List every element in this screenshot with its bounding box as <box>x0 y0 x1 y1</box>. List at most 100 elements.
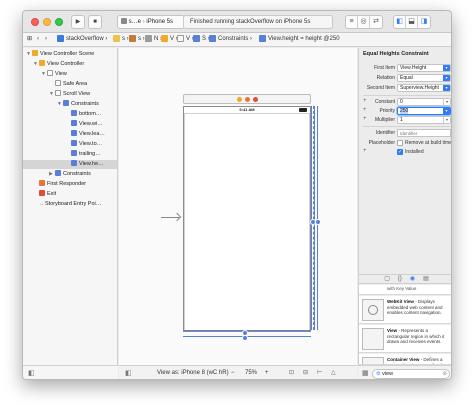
multiplier-field[interactable]: 1 ▾ <box>397 116 451 124</box>
related-items-icon[interactable]: ⊞ <box>27 33 32 46</box>
constraint-icon <box>71 130 77 136</box>
outline-row[interactable]: ▼ Constraints <box>57 100 99 109</box>
outline-row[interactable]: bottom… <box>65 110 101 119</box>
add-constraints-icon[interactable]: ⊢ <box>317 366 322 379</box>
outline-row[interactable]: →Storyboard Entry Poi… <box>33 200 101 209</box>
update-frames-icon[interactable]: ⊡ <box>289 366 294 379</box>
standard-editor-icon[interactable]: ≡ <box>346 16 358 28</box>
library-item-webkit-view[interactable]: WebKit View - Displays embedded web cont… <box>359 296 451 324</box>
identifier-field[interactable] <box>397 129 451 137</box>
media-library-icon[interactable]: ▤ <box>423 275 429 283</box>
relation-popup[interactable]: Equal ▾ <box>397 74 451 82</box>
resize-handle-icon[interactable] <box>315 219 321 225</box>
constant-value: 0 <box>400 99 403 105</box>
editor-mode-segment[interactable]: ≡ ◎ ⇄ <box>345 15 383 29</box>
second-item-popup[interactable]: Superview.Height ▾ <box>397 84 451 92</box>
entry-point-arrow[interactable] <box>161 212 182 222</box>
utilities-toggle-icon[interactable]: ◨ <box>418 16 430 28</box>
placeholder-checkbox[interactable] <box>397 140 403 146</box>
align-icon[interactable]: ⊟ <box>303 366 308 379</box>
outline-row[interactable]: First Responder <box>33 180 86 189</box>
checkmark-icon: ✓ <box>398 149 403 155</box>
view-as-button[interactable]: View as: iPhone 8 (wC hR) <box>157 366 229 379</box>
outline-row[interactable]: trailing… <box>65 150 101 159</box>
outline-row[interactable]: View.lea… <box>65 130 105 139</box>
bottom-constraint-bracket[interactable] <box>183 330 311 341</box>
first-responder-dock-icon[interactable] <box>245 97 250 102</box>
library-item-view[interactable]: View - Represents a rectangular region i… <box>359 325 451 353</box>
file-template-icon[interactable]: ▢ <box>384 275 390 283</box>
code-snippet-icon[interactable]: {} <box>398 275 402 283</box>
constant-field[interactable]: 0 ▾ <box>397 98 451 106</box>
view-controller-dock-icon[interactable] <box>237 97 242 102</box>
divider <box>363 126 451 127</box>
outline-row[interactable]: Exit <box>33 190 56 199</box>
outline-row[interactable]: ▼ View Controller Scene <box>26 50 94 59</box>
library-item[interactable]: with Key Value <box>359 285 451 295</box>
storyboard-icon <box>129 34 136 42</box>
priority-field[interactable]: 250 ▾ <box>397 107 451 115</box>
exit-icon <box>39 190 45 196</box>
version-editor-icon[interactable]: ⇄ <box>370 16 382 28</box>
scroll-view-icon <box>193 34 200 42</box>
storyboard-canvas[interactable]: 9:41 AM <box>119 48 357 365</box>
outline-row[interactable]: ▶ Constraints <box>49 170 91 179</box>
library-filter-field[interactable]: ⊜ view ⊗ <box>372 369 450 379</box>
resolve-issues-icon[interactable]: △ <box>331 366 336 379</box>
sidebar-toggle-icon[interactable]: ◧ <box>28 369 35 377</box>
breadcrumb-scene[interactable]: V › <box>161 33 178 46</box>
installed-checkbox[interactable]: ✓ <box>397 149 403 155</box>
outline-row[interactable]: ▼ View Controller <box>33 60 84 69</box>
outline-row[interactable]: View.to… <box>65 140 102 149</box>
clear-icon[interactable]: ⊗ <box>442 370 447 378</box>
breadcrumb-scroll[interactable]: S › <box>193 33 210 46</box>
breadcrumb-project-label: stackOverflow <box>66 36 104 42</box>
zoom-in-button[interactable]: + <box>265 366 269 379</box>
breadcrumb-constraint[interactable]: View.height = height @250 <box>259 33 340 46</box>
view-toggle-segment[interactable]: ◧ ⬓ ◨ <box>393 15 431 29</box>
device-config-icon[interactable]: ◧ <box>125 366 132 379</box>
zoom-window-button[interactable] <box>55 18 63 26</box>
grid-view-icon[interactable]: ▦ <box>362 369 369 377</box>
navigator-toggle-icon[interactable]: ◧ <box>394 16 406 28</box>
multiplier-value: 1 <box>400 117 403 123</box>
outline-row[interactable]: Safe Area <box>49 80 87 89</box>
outline-row[interactable]: ▼ View <box>41 70 67 79</box>
back-arrow-icon[interactable]: ‹ <box>37 33 39 46</box>
breadcrumb-folder[interactable]: s › <box>113 33 129 46</box>
breadcrumb-storyboard[interactable]: s › <box>129 33 145 46</box>
breadcrumb-constraints[interactable]: Constraints › <box>209 33 252 46</box>
library-item-container-view[interactable]: Container View - Defines a region of a v… <box>359 354 451 365</box>
resize-handle-icon[interactable] <box>242 335 248 341</box>
outline-row[interactable]: View.wi… <box>65 120 103 129</box>
scheme-selector[interactable]: s…e › iPhone 5s <box>117 15 185 29</box>
zoom-out-button[interactable]: − <box>231 366 235 379</box>
chevron-down-icon: ▾ <box>443 108 450 114</box>
run-button[interactable]: ▶ <box>71 15 85 29</box>
assistant-editor-icon[interactable]: ◎ <box>358 16 370 28</box>
play-icon: ▶ <box>75 19 81 25</box>
breadcrumb-view-label: V <box>186 36 191 42</box>
plus-icon[interactable]: + <box>363 148 367 154</box>
content-view-selection[interactable] <box>310 106 321 330</box>
exit-dock-icon[interactable] <box>253 97 258 102</box>
outline-row-selected[interactable]: View.he… <box>23 160 117 169</box>
outline-label: Constraints <box>71 101 99 107</box>
outline-label: Constraints <box>63 171 91 177</box>
object-library-icon[interactable]: ◉ <box>410 275 415 283</box>
outline-row[interactable]: ▼ Scroll View <box>49 90 90 99</box>
view-controller-frame[interactable]: 9:41 AM <box>183 106 311 332</box>
scroll-view-outline[interactable] <box>184 113 310 331</box>
breadcrumb-project[interactable]: stackOverflow › <box>57 33 107 46</box>
forward-arrow-icon[interactable]: › <box>45 33 47 46</box>
outline-label: Safe Area <box>63 81 88 87</box>
zoom-level[interactable]: 75% <box>245 366 257 379</box>
breadcrumb-view[interactable]: V › <box>177 33 194 46</box>
stop-button[interactable]: ■ <box>88 15 102 29</box>
first-item-popup[interactable]: View.Height ▾ <box>397 64 451 72</box>
close-window-button[interactable] <box>31 18 39 26</box>
breadcrumb-main[interactable]: N › <box>145 33 162 46</box>
debug-area-toggle-icon[interactable]: ⬓ <box>406 16 418 28</box>
minimize-window-button[interactable] <box>43 18 51 26</box>
height-constraint-line[interactable] <box>313 106 316 330</box>
